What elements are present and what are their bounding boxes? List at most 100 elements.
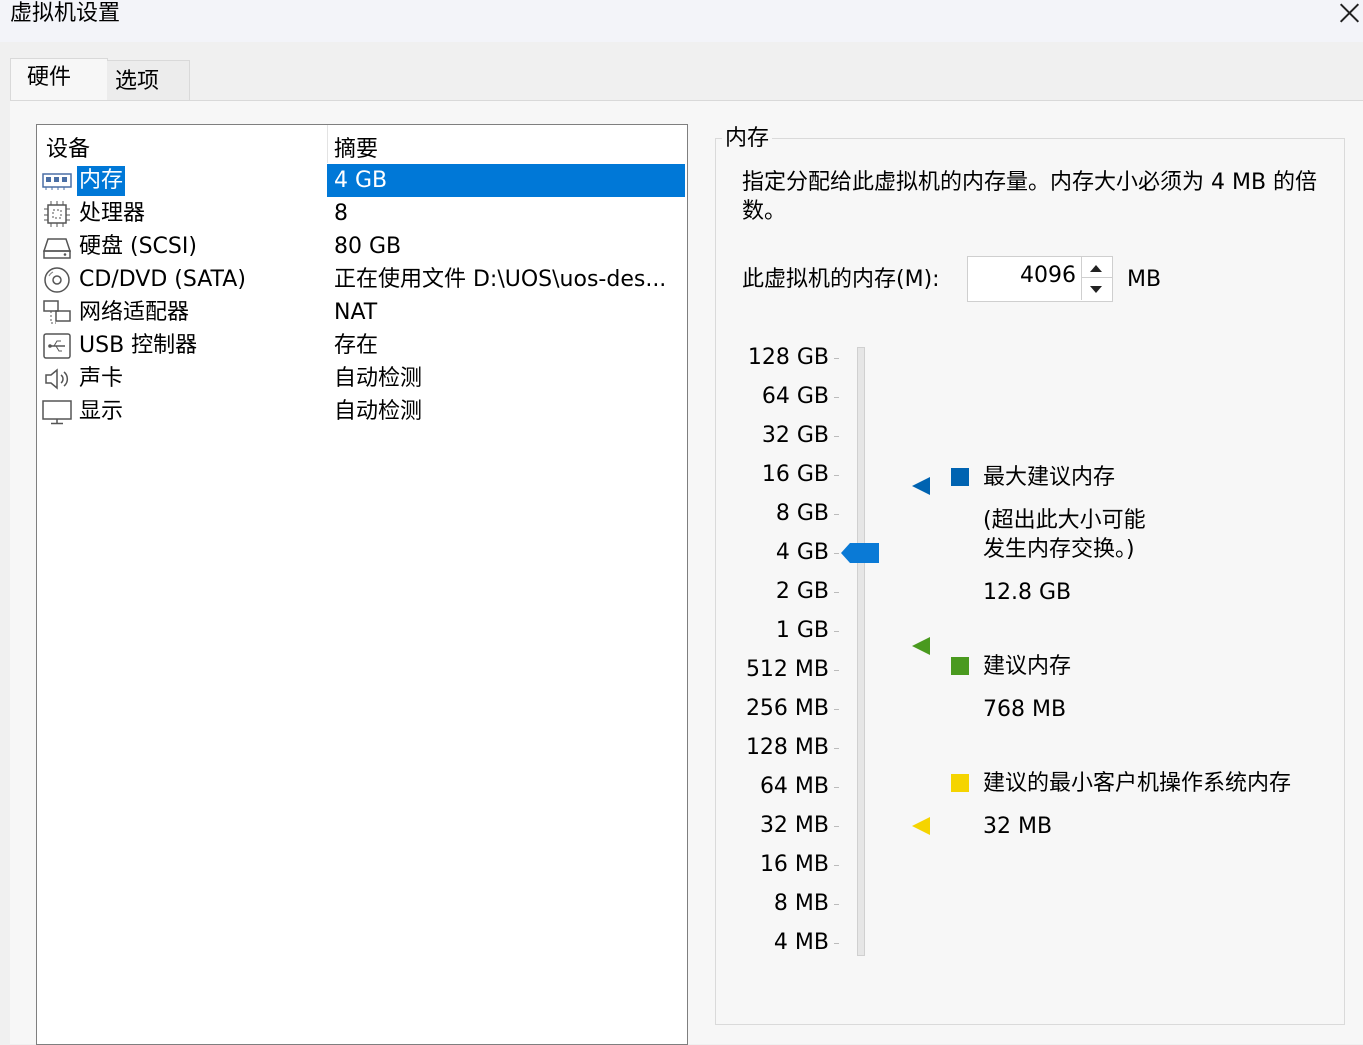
network-adapter-icon — [43, 300, 71, 324]
device-name: 处理器 — [79, 201, 146, 226]
device-row-hard-disk[interactable]: 硬盘 (SCSI) 80 GB — [37, 230, 687, 263]
scale-tick — [834, 436, 839, 437]
memory-icon — [42, 173, 72, 190]
scale-label: 1 GB — [775, 618, 829, 643]
scale-label: 4 MB — [773, 930, 829, 955]
min-guest-marker — [912, 817, 930, 835]
device-summary: 4 GB — [334, 168, 388, 193]
scale-label: 256 MB — [745, 696, 829, 721]
spin-down-icon[interactable] — [1090, 286, 1102, 293]
scale-tick — [834, 592, 839, 593]
device-list-header: 设备 摘要 — [37, 125, 687, 163]
scale-tick — [834, 865, 839, 866]
column-summary[interactable]: 摘要 — [334, 131, 378, 163]
device-row-usb-controller[interactable]: USB 控制器 存在 — [37, 329, 687, 362]
recommended-marker — [912, 637, 930, 655]
scale-tick — [834, 826, 839, 827]
scale-label: 4 GB — [775, 540, 829, 565]
tab-options-label: 选项 — [115, 69, 160, 94]
hard-disk-icon — [42, 238, 72, 259]
device-summary: 自动检测 — [334, 366, 423, 391]
device-list: 设备 摘要 内存 4 GB 处理器 8 硬盘 (SCSI) 80 GB CD/D… — [36, 124, 688, 1045]
memory-unit: MB — [1127, 267, 1162, 292]
scale-label: 64 GB — [761, 384, 829, 409]
device-row-processor[interactable]: 处理器 8 — [37, 197, 687, 230]
scale-tick — [834, 670, 839, 671]
recommended-swatch — [951, 657, 969, 675]
scale-tick — [834, 514, 839, 515]
spin-up-icon[interactable] — [1090, 265, 1102, 272]
device-row-cd-dvd[interactable]: CD/DVD (SATA) 正在使用文件 D:\UOS\uos-des... — [37, 263, 687, 296]
device-name: USB 控制器 — [79, 333, 198, 358]
memory-slider-track[interactable] — [857, 347, 865, 956]
scale-label: 16 MB — [759, 852, 829, 877]
title-bar: 虚拟机设置 — [0, 0, 1363, 42]
device-name: 声卡 — [79, 366, 124, 391]
tab-hardware[interactable]: 硬件 — [10, 58, 108, 103]
scale-tick — [834, 631, 839, 632]
min-guest-title: 建议的最小客户机操作系统内存 — [983, 771, 1292, 796]
scale-label: 16 GB — [761, 462, 829, 487]
max-recommended-note-2: 发生内存交换。) — [983, 537, 1135, 562]
device-summary: NAT — [334, 300, 378, 325]
scale-tick — [834, 475, 839, 476]
column-device[interactable]: 设备 — [46, 131, 90, 163]
scale-label: 64 MB — [759, 774, 829, 799]
max-recommended-value: 12.8 GB — [983, 580, 1072, 605]
scale-tick — [834, 397, 839, 398]
column-separator[interactable] — [327, 125, 328, 163]
device-name: 显示 — [79, 399, 124, 424]
scale-label: 2 GB — [775, 579, 829, 604]
tab-options[interactable]: 选项 — [107, 60, 190, 101]
device-summary: 自动检测 — [334, 399, 423, 424]
scale-label: 128 MB — [745, 735, 829, 760]
memory-input-label: 此虚拟机的内存(M): — [742, 267, 940, 292]
recommended-value: 768 MB — [983, 697, 1067, 722]
recommended-title: 建议内存 — [983, 654, 1072, 679]
device-row-memory[interactable]: 内存 4 GB — [37, 164, 687, 197]
device-name: 硬盘 (SCSI) — [79, 234, 197, 259]
device-summary: 8 — [334, 201, 348, 226]
min-guest-value: 32 MB — [983, 814, 1053, 839]
scale-tick — [834, 904, 839, 905]
device-summary: 正在使用文件 D:\UOS\uos-des... — [334, 267, 667, 292]
memory-input-value: 4096 — [1020, 263, 1076, 288]
cd-dvd-icon — [44, 267, 70, 293]
max-recommended-swatch — [951, 468, 969, 486]
device-name: 内存 — [77, 166, 126, 196]
min-guest-swatch — [951, 774, 969, 792]
device-row-network-adapter[interactable]: 网络适配器 NAT — [37, 296, 687, 329]
scale-label: 32 GB — [761, 423, 829, 448]
scale-label: 32 MB — [759, 813, 829, 838]
device-row-sound-card[interactable]: 声卡 自动检测 — [37, 362, 687, 395]
device-summary: 80 GB — [334, 234, 402, 259]
close-icon[interactable] — [1336, 0, 1363, 27]
scale-label: 512 MB — [745, 657, 829, 682]
processor-icon — [44, 201, 70, 227]
scale-tick — [834, 943, 839, 944]
scale-tick — [834, 709, 839, 710]
scale-tick — [834, 787, 839, 788]
spinner-divider — [1082, 277, 1112, 278]
max-recommended-marker — [912, 477, 930, 495]
window-title: 虚拟机设置 — [10, 1, 121, 26]
tab-bar: 硬件 选项 — [0, 42, 1363, 103]
memory-group-label: 内存 — [722, 124, 773, 154]
device-name: 网络适配器 — [79, 300, 190, 325]
device-name: CD/DVD (SATA) — [79, 267, 246, 292]
sound-card-icon — [45, 368, 69, 390]
scale-label: 8 MB — [773, 891, 829, 916]
display-icon — [42, 400, 72, 425]
max-recommended-title: 最大建议内存 — [983, 465, 1116, 490]
usb-icon — [43, 333, 71, 359]
scale-label: 8 GB — [775, 501, 829, 526]
memory-spinner[interactable] — [1081, 256, 1112, 300]
tab-hardware-label: 硬件 — [27, 65, 72, 90]
device-summary: 存在 — [334, 333, 379, 358]
scale-tick — [834, 553, 839, 554]
memory-slider-thumb[interactable] — [840, 542, 880, 564]
memory-description: 指定分配给此虚拟机的内存量。内存大小必须为 4 MB 的倍数。 — [742, 170, 1318, 224]
scale-tick — [834, 748, 839, 749]
scale-tick — [834, 358, 839, 359]
device-row-display[interactable]: 显示 自动检测 — [37, 395, 687, 428]
